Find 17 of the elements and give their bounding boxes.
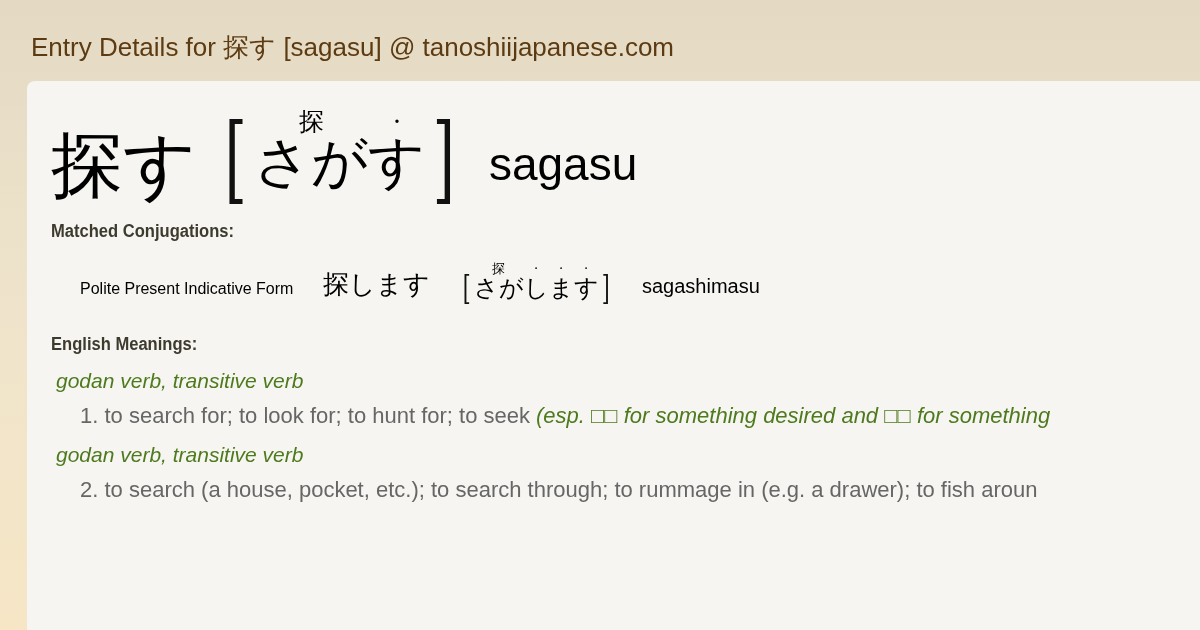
kana-reading: さが 探 し · ま · す · [473, 262, 599, 304]
conjugated-word: 探します [323, 268, 431, 301]
conjugation-form: Polite Present Indicative Form [80, 280, 294, 298]
romaji: sagasu [488, 137, 638, 191]
page-title: Entry Details for 探す [sagasu] @ tanoshiijapanese.com [31, 31, 675, 64]
meaning-text: 2. to search (a house, pocket, etc.); to search through; to rummage in (e.g. a drawer); to fish aroun [80, 477, 1038, 502]
section-heading: English Meanings: [51, 334, 198, 355]
headword: 探す [51, 129, 197, 201]
left-bracket: [ [463, 270, 472, 304]
meaning-text: 1. to search for; to look for; to hunt for; to seek [80, 403, 530, 428]
kana-reading: さが 探 す · [254, 109, 426, 196]
section-heading: Matched Conjugations: [51, 221, 235, 242]
right-bracket: ] [601, 270, 610, 304]
usage-note: (esp. □□ for something desired and □□ for something [536, 403, 1051, 428]
part-of-speech: godan verb, transitive verb [56, 443, 305, 467]
romaji: sagashimasu [641, 275, 760, 298]
part-of-speech: godan verb, transitive verb [56, 369, 305, 393]
